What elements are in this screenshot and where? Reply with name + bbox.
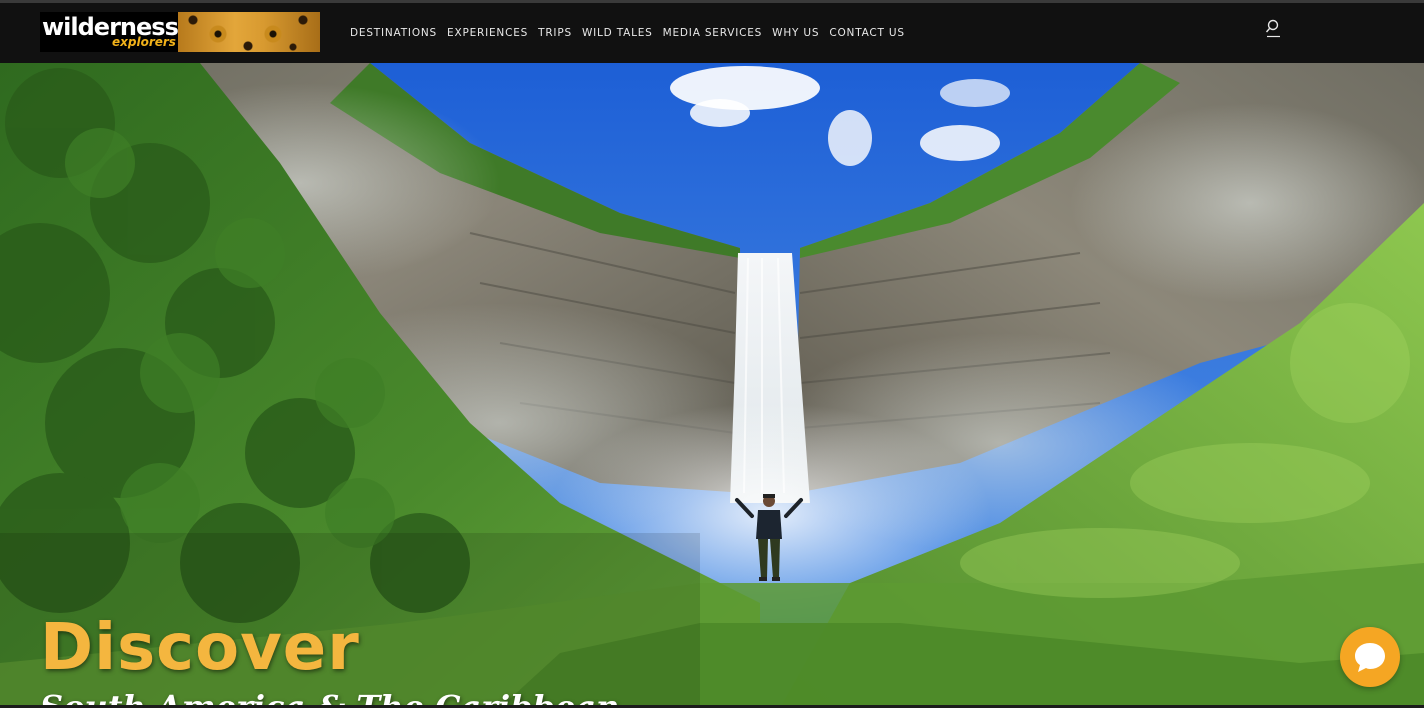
hero-title: Discover (40, 611, 360, 685)
site-logo[interactable]: wilderness explorers (40, 12, 320, 52)
search-icon (1265, 19, 1280, 38)
nav-trips[interactable]: TRIPS (538, 27, 572, 39)
hero-banner: Discover South America & The Caribbean (0, 63, 1424, 708)
site-header: wilderness explorers DESTINATIONS EXPERI… (0, 3, 1424, 63)
nav-media-services[interactable]: MEDIA SERVICES (663, 27, 763, 39)
logo-subtitle: explorers (112, 35, 176, 49)
nav-experiences[interactable]: EXPERIENCES (447, 27, 528, 39)
chat-icon (1355, 643, 1385, 672)
nav-why-us[interactable]: WHY US (772, 27, 819, 39)
main-navigation: DESTINATIONS EXPERIENCES TRIPS WILD TALE… (350, 3, 915, 63)
nav-wild-tales[interactable]: WILD TALES (582, 27, 653, 39)
search-button[interactable] (1264, 17, 1282, 39)
chat-button[interactable] (1340, 627, 1400, 687)
nav-contact-us[interactable]: CONTACT US (829, 27, 904, 39)
jaguar-eyes-image (178, 12, 320, 52)
nav-destinations[interactable]: DESTINATIONS (350, 27, 437, 39)
